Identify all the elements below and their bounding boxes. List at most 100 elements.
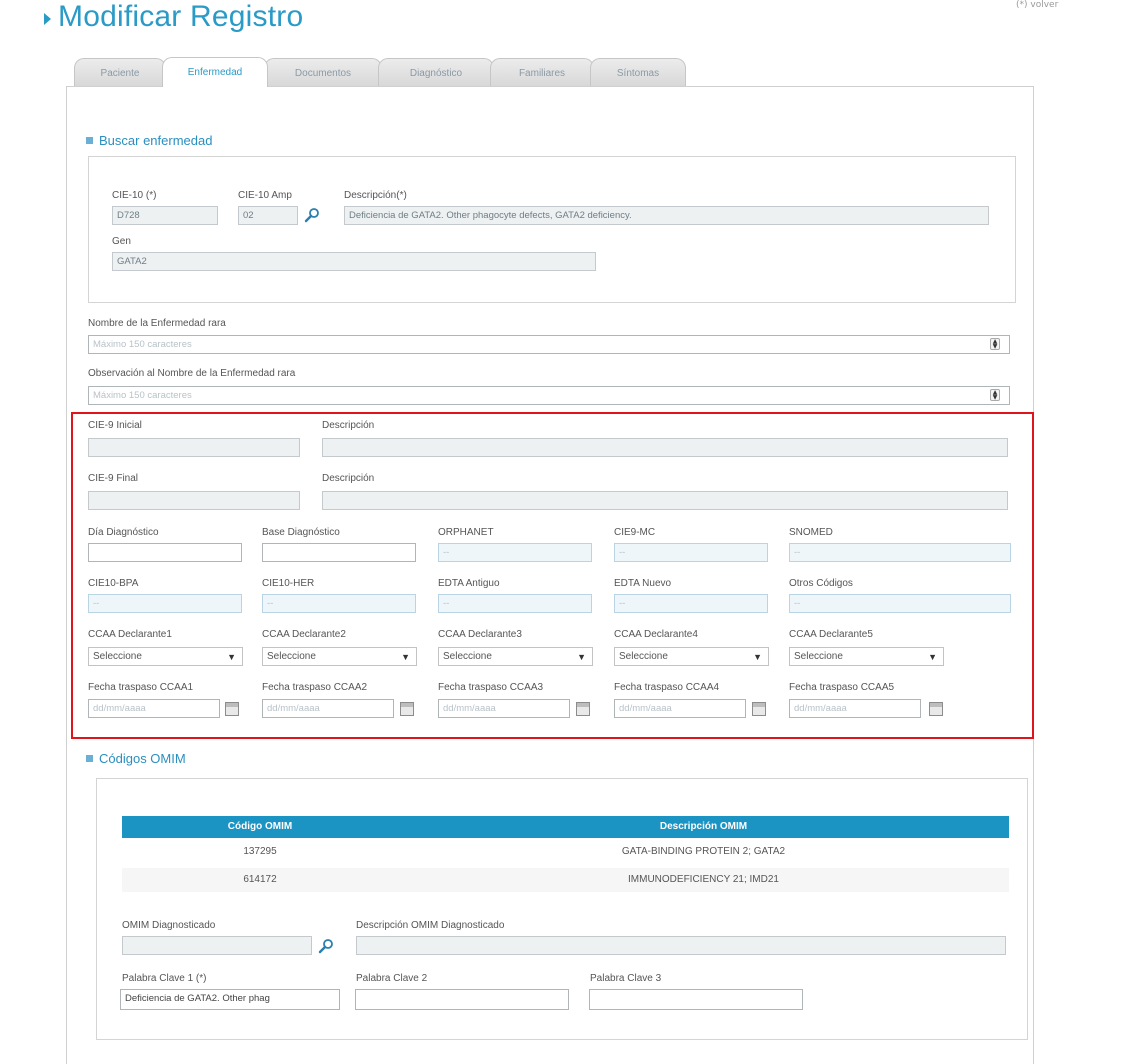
orphanet-label: ORPHANET [438, 527, 494, 538]
calendar-icon[interactable] [929, 702, 943, 716]
chevron-down-icon: ▼ [227, 652, 236, 662]
cie10-input[interactable]: D728 [112, 206, 218, 225]
spinner-arrows-icon[interactable]: ▲ ▼ [990, 389, 1000, 401]
fecha-traspaso-label: Fecha traspaso CCAA3 [438, 682, 544, 693]
ccaa-declarante-select[interactable]: Seleccione ▼ [438, 647, 593, 666]
fecha-traspaso-input[interactable]: dd/mm/aaaa [789, 699, 921, 718]
back-link[interactable]: (*) volver [1016, 0, 1058, 10]
cie10amp-label: CIE-10 Amp [238, 190, 292, 201]
fecha-traspaso-input[interactable]: dd/mm/aaaa [88, 699, 220, 718]
descripcion-inicial-input[interactable] [322, 438, 1008, 457]
page-title: Modificar Registro [58, 0, 304, 33]
col-descripcion-omim[interactable]: Descripción OMIM [398, 816, 1009, 838]
omim-row-descripcion[interactable]: IMMUNODEFICIENCY 21; IMD21 [398, 874, 1009, 885]
chevron-down-icon: ▼ [401, 652, 410, 662]
descripcion-label: Descripción(*) [344, 190, 407, 201]
tab-paciente[interactable]: Paciente [74, 58, 166, 86]
cie10her-label: CIE10-HER [262, 578, 315, 589]
buscar-fieldset [88, 156, 1016, 303]
descripcion-final-label: Descripción [322, 473, 375, 484]
calendar-icon[interactable] [225, 702, 239, 716]
dia-diagnostico-label: Día Diagnóstico [88, 527, 159, 538]
select-value: Seleccione [619, 651, 668, 662]
desc-omim-diagnosticado-input[interactable] [356, 936, 1006, 955]
tab-diagnostico[interactable]: Diagnóstico [378, 58, 494, 86]
palabra-clave-3-input[interactable] [589, 989, 803, 1010]
ccaa-declarante-select[interactable]: Seleccione ▼ [789, 647, 944, 666]
tab-sintomas[interactable]: Síntomas [590, 58, 686, 86]
calendar-icon[interactable] [400, 702, 414, 716]
dia-diagnostico-input[interactable] [88, 543, 242, 562]
descripcion-input[interactable]: Deficiencia de GATA2. Other phagocyte de… [344, 206, 989, 225]
magnifier-icon[interactable] [318, 938, 334, 954]
spinner-arrows-icon[interactable]: ▲ ▼ [990, 338, 1000, 350]
select-value: Seleccione [443, 651, 492, 662]
omim-diagnosticado-label: OMIM Diagnosticado [122, 920, 216, 931]
ccaa-declarante-select[interactable]: Seleccione ▼ [262, 647, 417, 666]
orphanet-input[interactable]: -- [438, 543, 592, 562]
palabra-clave-3-label: Palabra Clave 3 [590, 973, 662, 984]
bullet-square-icon [86, 755, 93, 762]
tab-documentos[interactable]: Documentos [264, 58, 382, 86]
ccaa-declarante-select[interactable]: Seleccione ▼ [88, 647, 243, 666]
ccaa-declarante-label: CCAA Declarante1 [88, 629, 172, 640]
chevron-down-icon: ▼ [753, 652, 762, 662]
omim-row-descripcion[interactable]: GATA-BINDING PROTEIN 2; GATA2 [398, 846, 1009, 857]
select-value: Seleccione [93, 651, 142, 662]
bullet-square-icon [86, 137, 93, 144]
omim-diagnosticado-input[interactable] [122, 936, 312, 955]
select-value: Seleccione [267, 651, 316, 662]
ccaa-declarante-select[interactable]: Seleccione ▼ [614, 647, 769, 666]
fecha-traspaso-input[interactable]: dd/mm/aaaa [438, 699, 570, 718]
palabra-clave-1-input[interactable]: Deficiencia de GATA2. Other phag [120, 989, 340, 1010]
fecha-traspaso-label: Fecha traspaso CCAA4 [614, 682, 720, 693]
desc-omim-diagnosticado-label: Descripción OMIM Diagnosticado [356, 920, 505, 931]
nombre-input[interactable]: Máximo 150 caracteres [88, 335, 1010, 354]
col-codigo-omim[interactable]: Código OMIM [122, 816, 398, 838]
section-title-omim: Códigos OMIM [86, 751, 186, 766]
snomed-input[interactable]: -- [789, 543, 1011, 562]
base-diagnostico-input[interactable] [262, 543, 416, 562]
descripcion-final-input[interactable] [322, 491, 1008, 510]
tab-enfermedad[interactable]: Enfermedad [162, 57, 268, 87]
base-diagnostico-label: Base Diagnóstico [262, 527, 340, 538]
gen-input[interactable]: GATA2 [112, 252, 596, 271]
omim-row-codigo[interactable]: 614172 [122, 874, 398, 885]
cie9mc-input[interactable]: -- [614, 543, 768, 562]
tab-familiares[interactable]: Familiares [490, 58, 594, 86]
otros-codigos-input[interactable]: -- [789, 594, 1011, 613]
calendar-icon[interactable] [576, 702, 590, 716]
cie10her-input[interactable]: -- [262, 594, 416, 613]
cie10amp-input[interactable]: 02 [238, 206, 298, 225]
cie9-inicial-input[interactable] [88, 438, 300, 457]
ccaa-declarante-label: CCAA Declarante3 [438, 629, 522, 640]
cie9-inicial-label: CIE-9 Inicial [88, 420, 142, 431]
ccaa-declarante-label: CCAA Declarante4 [614, 629, 698, 640]
cie9-final-label: CIE-9 Final [88, 473, 139, 484]
magnifier-icon[interactable] [304, 207, 320, 223]
palabra-clave-2-input[interactable] [355, 989, 569, 1010]
otros-codigos-label: Otros Códigos [789, 578, 853, 589]
cie9-final-input[interactable] [88, 491, 300, 510]
select-value: Seleccione [794, 651, 843, 662]
edta-antiguo-input[interactable]: -- [438, 594, 592, 613]
palabra-clave-1-label: Palabra Clave 1 (*) [122, 973, 207, 984]
observacion-label: Observación al Nombre de la Enfermedad r… [88, 368, 296, 379]
fecha-traspaso-label: Fecha traspaso CCAA2 [262, 682, 368, 693]
section-title-text: Códigos OMIM [99, 751, 186, 766]
cie10bpa-input[interactable]: -- [88, 594, 242, 613]
fecha-traspaso-label: Fecha traspaso CCAA5 [789, 682, 895, 693]
gen-label: Gen [112, 236, 131, 247]
section-title-text: Buscar enfermedad [99, 133, 213, 148]
title-arrow-icon [44, 13, 51, 25]
fecha-traspaso-input[interactable]: dd/mm/aaaa [262, 699, 394, 718]
descripcion-inicial-label: Descripción [322, 420, 375, 431]
cie10-label: CIE-10 (*) [112, 190, 157, 201]
omim-row-codigo[interactable]: 137295 [122, 846, 398, 857]
edta-nuevo-input[interactable]: -- [614, 594, 768, 613]
calendar-icon[interactable] [752, 702, 766, 716]
fecha-traspaso-input[interactable]: dd/mm/aaaa [614, 699, 746, 718]
tab-bar: Paciente Enfermedad Documentos Diagnósti… [74, 57, 694, 87]
nombre-label: Nombre de la Enfermedad rara [88, 318, 226, 329]
observacion-input[interactable]: Máximo 150 caracteres [88, 386, 1010, 405]
